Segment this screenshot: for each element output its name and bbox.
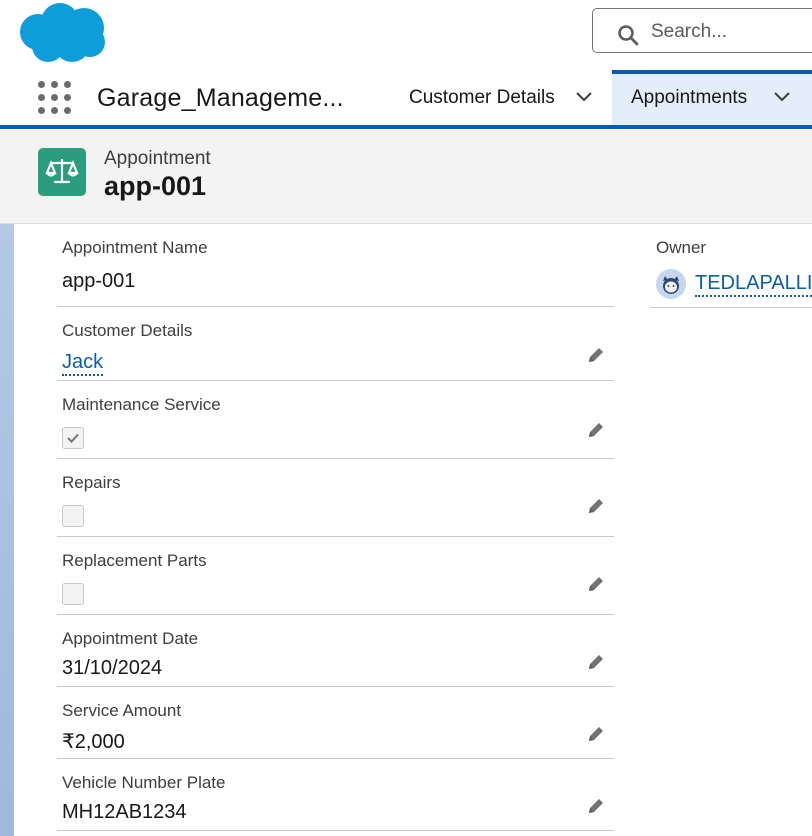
field-label: Maintenance Service [62, 395, 221, 414]
field-maintenance-service: Maintenance Service [57, 381, 614, 459]
field-replacement-parts: Replacement Parts [57, 537, 614, 615]
field-label: Vehicle Number Plate [62, 773, 226, 792]
record-header: Appointment app-001 [0, 129, 812, 224]
app-launcher-icon[interactable] [38, 81, 72, 115]
field-label: Owner [656, 238, 707, 257]
replacement-parts-checkbox [62, 583, 84, 605]
field-label: Customer Details [62, 321, 193, 340]
field-repairs: Repairs [57, 459, 614, 537]
pencil-icon[interactable] [586, 796, 606, 816]
checkmark-icon [67, 433, 79, 443]
scales-icon [38, 148, 86, 196]
repairs-checkbox [62, 505, 84, 527]
field-service-amount: Service Amount ₹2,000 [57, 687, 614, 759]
pencil-icon[interactable] [586, 345, 606, 365]
salesforce-logo[interactable] [18, 2, 106, 64]
field-value: 31/10/2024 [62, 657, 163, 679]
record-title: app-001 [104, 171, 207, 201]
avatar[interactable] [656, 269, 686, 299]
field-label: Appointment Date [62, 629, 199, 648]
chevron-down-icon[interactable] [575, 91, 593, 103]
search-placeholder: Search... [651, 21, 728, 42]
field-label: Replacement Parts [62, 551, 207, 570]
tab-customer-details[interactable]: Customer Details [393, 70, 611, 125]
field-label: Repairs [62, 473, 121, 492]
search-icon [618, 25, 639, 46]
chevron-down-icon[interactable] [773, 91, 791, 103]
field-appointment-name: Appointment Name app-001 [57, 224, 614, 307]
field-label: Appointment Name [62, 238, 208, 257]
field-value: app-001 [62, 270, 136, 292]
field-owner: Owner TEDLAPALLI [650, 224, 812, 308]
field-value: MH12AB1234 [62, 801, 187, 823]
pencil-icon[interactable] [586, 574, 606, 594]
owner-link[interactable]: TEDLAPALLI [695, 272, 812, 297]
field-label: Service Amount [62, 701, 182, 720]
pencil-icon[interactable] [586, 652, 606, 672]
customer-link[interactable]: Jack [62, 351, 104, 376]
pencil-icon[interactable] [586, 496, 606, 516]
record-object-type: Appointment [104, 148, 211, 169]
field-value: ₹2,000 [62, 731, 125, 753]
field-customer-details: Customer Details Jack [57, 307, 614, 381]
tab-appointments[interactable]: Appointments [612, 70, 812, 125]
app-name: Garage_Manageme... [97, 84, 344, 112]
search-input[interactable]: Search... [592, 8, 812, 53]
tab-label: Appointments [631, 87, 748, 108]
pencil-icon[interactable] [586, 724, 606, 744]
background-decoration [0, 224, 14, 836]
global-header: Search... [0, 0, 812, 70]
field-appointment-date: Appointment Date 31/10/2024 [57, 615, 614, 687]
maintenance-service-checkbox [62, 427, 84, 449]
tab-label: Customer Details [409, 87, 555, 108]
app-nav-bar: Garage_Manageme... Customer Details Appo… [0, 70, 812, 129]
pencil-icon[interactable] [586, 420, 606, 440]
field-vehicle-number-plate: Vehicle Number Plate MH12AB1234 [57, 759, 614, 831]
